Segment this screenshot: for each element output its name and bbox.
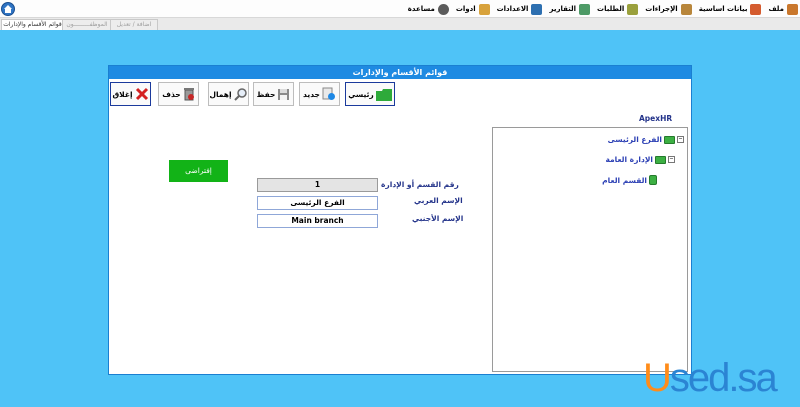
departments-tree: الفرع الرئيسى − الإدارة العامة − القسم ا… [492, 127, 688, 372]
menu-items: ملف بيانات اساسية الإجراءات الطلبات التق… [401, 2, 798, 16]
menu-settings[interactable]: الاعدادات [497, 3, 543, 15]
folder-icon [664, 135, 675, 144]
delete-button[interactable]: حذف [158, 82, 199, 106]
folder-icon [655, 155, 666, 164]
tab-employees[interactable]: الموظفـــــــــون [62, 19, 112, 30]
home-icon[interactable] [1, 2, 15, 16]
dept-no-label: رقم القسم أو الإدارة [381, 180, 459, 189]
foreign-name-field[interactable]: Main branch [257, 214, 378, 228]
used-sa-watermark: Used.sa [643, 356, 778, 400]
arabic-name-label: الإسم العربي [414, 196, 463, 205]
floppy-icon [278, 88, 290, 100]
departments-window: قوائم الأقسام والإدارات إغلاق حذف إهمال … [108, 65, 692, 375]
procedures-icon [680, 3, 692, 15]
help-icon [437, 3, 449, 15]
basic-data-icon [750, 3, 762, 15]
magnifier-icon [233, 88, 247, 101]
tab-strip: قوائم الأقسام والإدارات الموظفـــــــــو… [0, 18, 800, 30]
ignore-button[interactable]: إهمال [208, 82, 249, 106]
new-button[interactable]: جديد [299, 82, 340, 106]
file-icon [787, 3, 798, 15]
trash-icon [183, 88, 194, 101]
tab-add-edit[interactable]: اضافة / تعديل [110, 19, 158, 30]
menu-tools[interactable]: ادوات [456, 3, 490, 15]
menu-help[interactable]: مساعدة [408, 3, 449, 15]
new-record-icon [322, 87, 335, 100]
collapse-icon[interactable]: − [668, 156, 675, 163]
menu-reports[interactable]: التقارير [549, 3, 591, 15]
menu-procedures[interactable]: الإجراءات [645, 3, 692, 15]
reports-icon [579, 3, 591, 15]
green-folder-icon [375, 88, 392, 101]
requests-icon [627, 3, 639, 15]
menubar: ملف بيانات اساسية الإجراءات الطلبات التق… [0, 0, 800, 18]
close-button[interactable]: إغلاق [110, 82, 151, 106]
save-button[interactable]: حفظ [253, 82, 294, 106]
window-title: قوائم الأقسام والإدارات [109, 66, 691, 79]
default-button[interactable]: إفتراضى [169, 160, 228, 182]
leaf-icon [649, 175, 657, 185]
home-button[interactable]: رئيسي [345, 82, 395, 106]
tab-departments[interactable]: قوائم الأقسام والإدارات [1, 19, 64, 30]
tree-node-general-admin[interactable]: الإدارة العامة − [605, 155, 675, 164]
menu-requests[interactable]: الطلبات [597, 3, 639, 15]
foreign-name-label: الإسم الأجنبي [412, 214, 464, 223]
close-icon [135, 87, 148, 101]
dept-no-field: 1 [257, 178, 378, 192]
tools-icon [478, 3, 490, 15]
settings-icon [531, 3, 543, 15]
tree-root-title: ApexHR [639, 114, 673, 123]
collapse-icon[interactable]: − [677, 136, 684, 143]
menu-basic-data[interactable]: بيانات اساسية [699, 3, 762, 15]
tree-node-main-branch[interactable]: الفرع الرئيسى − [608, 135, 684, 144]
menu-file[interactable]: ملف [768, 3, 798, 15]
tree-node-general-section[interactable]: القسم العام [602, 175, 657, 185]
arabic-name-field[interactable]: الفرع الرئيسى [257, 196, 378, 210]
